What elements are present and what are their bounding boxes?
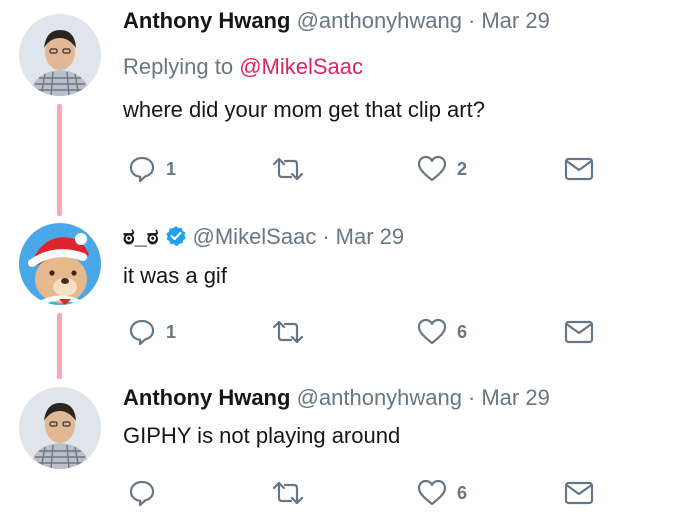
tweet-actions: 1 6 [128, 317, 598, 347]
envelope-icon [564, 319, 594, 345]
author-handle[interactable]: @MikelSaac [193, 224, 317, 249]
reply-button[interactable]: 1 [128, 154, 176, 184]
tweet-header: Anthony Hwang @anthonyhwang · Mar 29 [123, 8, 550, 34]
reply-button[interactable]: 1 [128, 317, 176, 347]
tweet[interactable]: Anthony Hwang @anthonyhwang · Mar 29 Reply… [0, 0, 700, 200]
retweet-button[interactable] [271, 478, 315, 508]
direct-message-button[interactable] [564, 478, 594, 508]
tweet-actions: 6 [128, 478, 598, 508]
tweet-date[interactable]: Mar 29 [336, 224, 404, 249]
replying-to-mention[interactable]: @MikelSaac [239, 54, 363, 79]
retweet-button[interactable] [271, 317, 315, 347]
reply-icon [128, 155, 156, 183]
verified-badge-icon [165, 225, 187, 253]
heart-icon [417, 479, 447, 507]
separator: · [468, 385, 476, 410]
avatar[interactable] [19, 14, 101, 96]
tweet-header: Anthony Hwang @anthonyhwang · Mar 29 [123, 385, 550, 411]
tweet[interactable]: Anthony Hwang @anthonyhwang · Mar 29 GIPHY… [0, 370, 700, 519]
reply-icon [128, 479, 156, 507]
like-button[interactable]: 6 [417, 478, 467, 508]
author-handle[interactable]: @anthonyhwang [297, 385, 462, 410]
direct-message-button[interactable] [564, 154, 594, 184]
like-button[interactable]: 2 [417, 154, 467, 184]
tweet-actions: 1 2 [128, 154, 598, 184]
replying-to-line: Replying to @MikelSaac [123, 54, 363, 80]
heart-icon [417, 155, 447, 183]
retweet-icon [271, 155, 305, 183]
direct-message-button[interactable] [564, 317, 594, 347]
envelope-icon [564, 480, 594, 506]
like-count: 6 [457, 321, 468, 342]
separator: · [322, 224, 330, 249]
reply-count: 1 [166, 158, 177, 179]
author-name[interactable]: Anthony Hwang [123, 385, 290, 410]
envelope-icon [564, 156, 594, 182]
retweet-button[interactable] [271, 154, 315, 184]
heart-icon [417, 318, 447, 346]
author-handle[interactable]: @anthonyhwang [297, 8, 462, 33]
like-count: 6 [457, 482, 468, 503]
tweet-date[interactable]: Mar 29 [481, 8, 549, 33]
separator: · [468, 8, 476, 33]
tweet-text: GIPHY is not playing around [123, 423, 401, 448]
tweet[interactable]: ಠ_ಠ @MikelSaac · Mar 29 it was a gif 1 6 [0, 205, 700, 365]
avatar-person-image [19, 387, 101, 469]
retweet-icon [271, 479, 305, 507]
avatar[interactable] [19, 223, 101, 305]
author-name[interactable]: Anthony Hwang [123, 8, 290, 33]
like-button[interactable]: 6 [417, 317, 467, 347]
author-name[interactable]: ಠ_ಠ [123, 224, 159, 249]
reply-button[interactable] [128, 478, 166, 508]
avatar-bear-santa-hat-image [19, 223, 101, 305]
tweet-text: it was a gif [123, 263, 227, 288]
tweet-header: ಠ_ಠ @MikelSaac · Mar 29 [123, 224, 404, 253]
reply-icon [128, 318, 156, 346]
avatar[interactable] [19, 387, 101, 469]
avatar-person-image [19, 14, 101, 96]
retweet-icon [271, 318, 305, 346]
like-count: 2 [457, 158, 468, 179]
tweet-text: where did your mom get that clip art? [123, 97, 485, 122]
replying-to-label: Replying to [123, 54, 234, 79]
tweet-date[interactable]: Mar 29 [481, 385, 549, 410]
reply-count: 1 [166, 321, 177, 342]
